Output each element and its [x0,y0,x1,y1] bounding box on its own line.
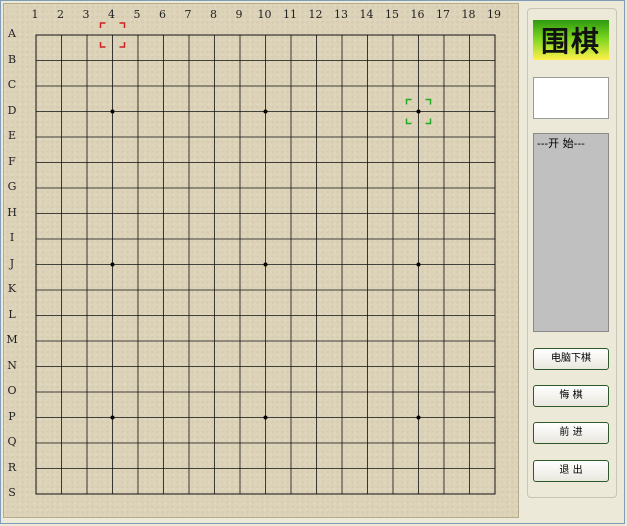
column-label: 18 [461,8,476,21]
row-label: Q [7,435,17,448]
column-label: 16 [410,8,425,21]
star-point [416,262,421,267]
column-label: 15 [385,8,399,21]
column-label: 12 [308,8,323,21]
column-label: 11 [283,8,297,21]
column-label: 10 [257,8,272,21]
row-label: E [7,129,17,142]
game-logo: 围棋 [533,20,609,60]
go-board[interactable] [3,3,519,518]
column-label: 6 [159,8,166,21]
undo-button[interactable]: 悔 棋 [533,385,609,407]
column-label: 9 [235,8,243,21]
info-display [533,77,609,119]
star-point [110,415,115,420]
row-label: C [7,78,17,91]
row-label: G [7,180,17,193]
row-label: S [8,486,16,499]
column-label: 4 [108,8,115,21]
row-label: J [9,256,15,270]
row-label: M [6,333,18,346]
board-grid[interactable] [4,4,520,519]
star-point [263,415,268,420]
row-label: F [8,154,16,168]
column-label: 8 [210,8,217,21]
forward-button[interactable]: 前 进 [533,422,609,444]
log-start-text: ---开 始--- [537,137,585,150]
star-point [110,109,115,114]
row-label: D [7,103,17,117]
computer-move-button[interactable]: 电脑下棋 [533,348,609,370]
column-label: 14 [359,8,374,21]
row-label: N [7,358,17,372]
star-point [416,109,421,114]
row-label: O [7,384,17,397]
column-label: 3 [82,8,90,21]
column-label: 5 [133,8,141,21]
column-label: 19 [487,8,501,21]
star-point [110,262,115,267]
star-point [263,262,268,267]
row-label: R [7,460,17,474]
column-label: 13 [334,8,348,21]
row-label: K [7,282,17,295]
column-label: 17 [436,8,450,21]
row-label: A [8,27,16,40]
exit-button[interactable]: 退 出 [533,460,609,482]
star-point [416,415,421,420]
row-label: I [9,231,15,244]
row-label: H [7,205,17,219]
row-label: B [7,52,17,66]
move-log[interactable]: ---开 始--- [533,133,609,332]
star-point [263,109,268,114]
row-label: L [8,307,16,321]
row-label: P [8,409,16,423]
column-label: 1 [31,8,39,21]
column-label: 7 [184,8,192,21]
column-label: 2 [57,8,64,21]
